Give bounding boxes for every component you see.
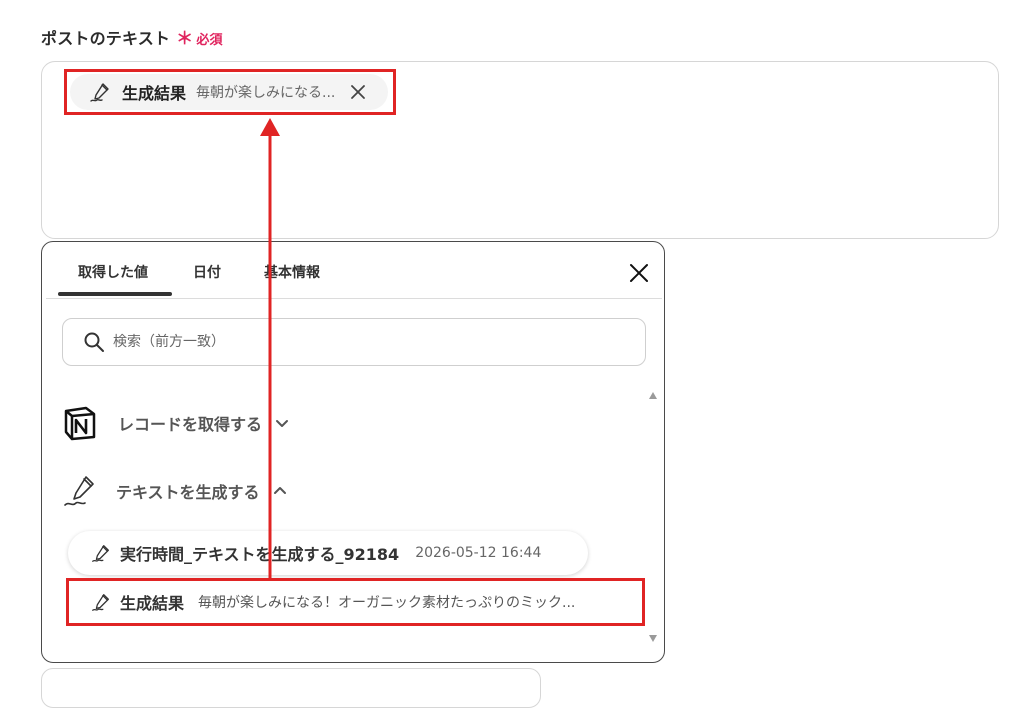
result-item-value: 毎朝が楽しみになる！オーガニック素材たっぷりのミック...	[198, 595, 576, 611]
chip-label: 生成結果	[122, 84, 187, 103]
section-label: レコードを取得する	[118, 415, 263, 434]
pen-icon	[92, 545, 109, 562]
search-input[interactable]	[111, 333, 595, 351]
chevron-down-icon	[276, 420, 289, 427]
result-item-label: 生成結果	[120, 594, 185, 613]
notion-icon	[64, 406, 96, 441]
chevron-up-icon	[273, 487, 286, 494]
tab-date[interactable]: 日付	[193, 262, 221, 282]
scroll-up-arrow[interactable]	[649, 392, 657, 399]
pen-icon	[92, 594, 109, 611]
field-label-text: ポストのテキスト	[41, 29, 171, 48]
step-item-label: 実行時間_テキストを生成する_92184	[120, 545, 400, 564]
chip-value: 毎朝が楽しみになる...	[196, 85, 336, 101]
required-asterisk: ＊	[176, 29, 194, 49]
tab-bar: 取得した値 日付 基本情報	[46, 242, 662, 299]
close-icon[interactable]	[628, 262, 650, 284]
pen-icon	[64, 476, 94, 506]
active-tab-indicator	[58, 292, 172, 296]
pen-icon	[90, 83, 109, 102]
search-icon	[84, 332, 104, 352]
required-label: 必須	[196, 33, 223, 48]
section-label: テキストを生成する	[116, 483, 260, 502]
field-label: ポストのテキスト ＊必須	[41, 24, 223, 49]
scroll-down-arrow[interactable]	[649, 635, 657, 642]
section-record-fetch[interactable]: レコードを取得する	[62, 403, 290, 443]
section-text-generate[interactable]: テキストを生成する	[62, 471, 288, 511]
generated-result-item[interactable]: 生成結果 毎朝が楽しみになる！オーガニック素材たっぷりのミック...	[68, 579, 642, 625]
step-item-timestamp: 2026-05-12 16:44	[415, 545, 542, 561]
search-box[interactable]	[62, 318, 646, 366]
generated-result-chip[interactable]: 生成結果 毎朝が楽しみになる...	[70, 74, 388, 110]
step-run-time-item[interactable]: 実行時間_テキストを生成する_92184 2026-05-12 16:44	[68, 531, 588, 575]
value-picker-popup: 取得した値 日付 基本情報 レコードを取得する	[41, 241, 665, 663]
close-icon[interactable]	[349, 83, 367, 101]
next-field[interactable]	[41, 668, 541, 708]
tab-basic-info[interactable]: 基本情報	[264, 262, 320, 282]
tab-fetched-values[interactable]: 取得した値	[78, 262, 148, 282]
